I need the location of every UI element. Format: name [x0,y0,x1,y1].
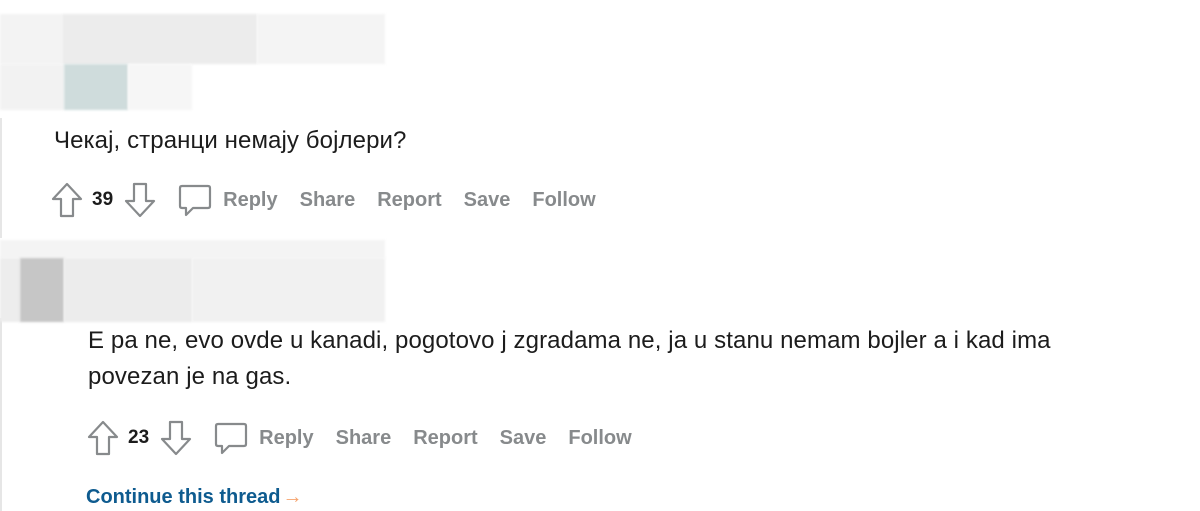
comment-body-line: E pa ne, evo ovde u kanadi, pogotovo j z… [88,327,1051,354]
redacted-block [0,64,64,110]
share-button[interactable]: Share [336,427,392,450]
upvote-arrow-icon[interactable] [50,181,84,219]
vote-count: 23 [128,427,150,448]
follow-button[interactable]: Follow [568,427,631,450]
report-button[interactable]: Report [377,189,441,212]
thread-line-bottom[interactable] [0,318,2,511]
upvote-arrow-icon[interactable] [86,419,120,457]
comment-body-1: Чекај, странци немају бојлери? [54,127,407,154]
redacted-block [62,14,257,64]
redacted-block [64,258,192,322]
follow-button[interactable]: Follow [532,189,595,212]
action-bar-1: 39 Reply Share Report Save Follow [50,180,596,220]
comment-thread: Чекај, странци немају бојлери? 39 Reply … [0,0,1200,511]
save-button[interactable]: Save [464,189,511,212]
right-arrow-icon: → [282,486,303,508]
downvote-arrow-icon[interactable] [123,181,157,219]
downvote-arrow-icon[interactable] [159,419,193,457]
redacted-block [0,14,62,64]
comment-body-2: E pa ne, evo ovde u kanadi, pogotovo j z… [88,323,1051,395]
action-bar-2: 23 Reply Share Report Save Follow [86,418,632,458]
redacted-block [192,258,385,322]
redacted-block [257,14,385,64]
continue-thread-label: Continue this thread [86,486,281,508]
vote-count: 39 [92,189,114,210]
redacted-block [128,64,192,110]
redacted-avatar [20,258,64,322]
redacted-block [0,258,20,322]
comment-body-line: povezan je na gas. [88,363,292,390]
speech-bubble-icon[interactable] [213,420,249,456]
save-button[interactable]: Save [500,427,547,450]
share-button[interactable]: Share [300,189,356,212]
reply-button[interactable]: Reply [259,427,313,450]
report-button[interactable]: Report [413,427,477,450]
speech-bubble-icon[interactable] [177,182,213,218]
redacted-block [0,240,385,258]
continue-thread-link[interactable]: Continue this thread → [86,486,302,509]
reply-button[interactable]: Reply [223,189,277,212]
thread-line-top[interactable] [0,118,2,238]
redacted-avatar [64,64,128,110]
